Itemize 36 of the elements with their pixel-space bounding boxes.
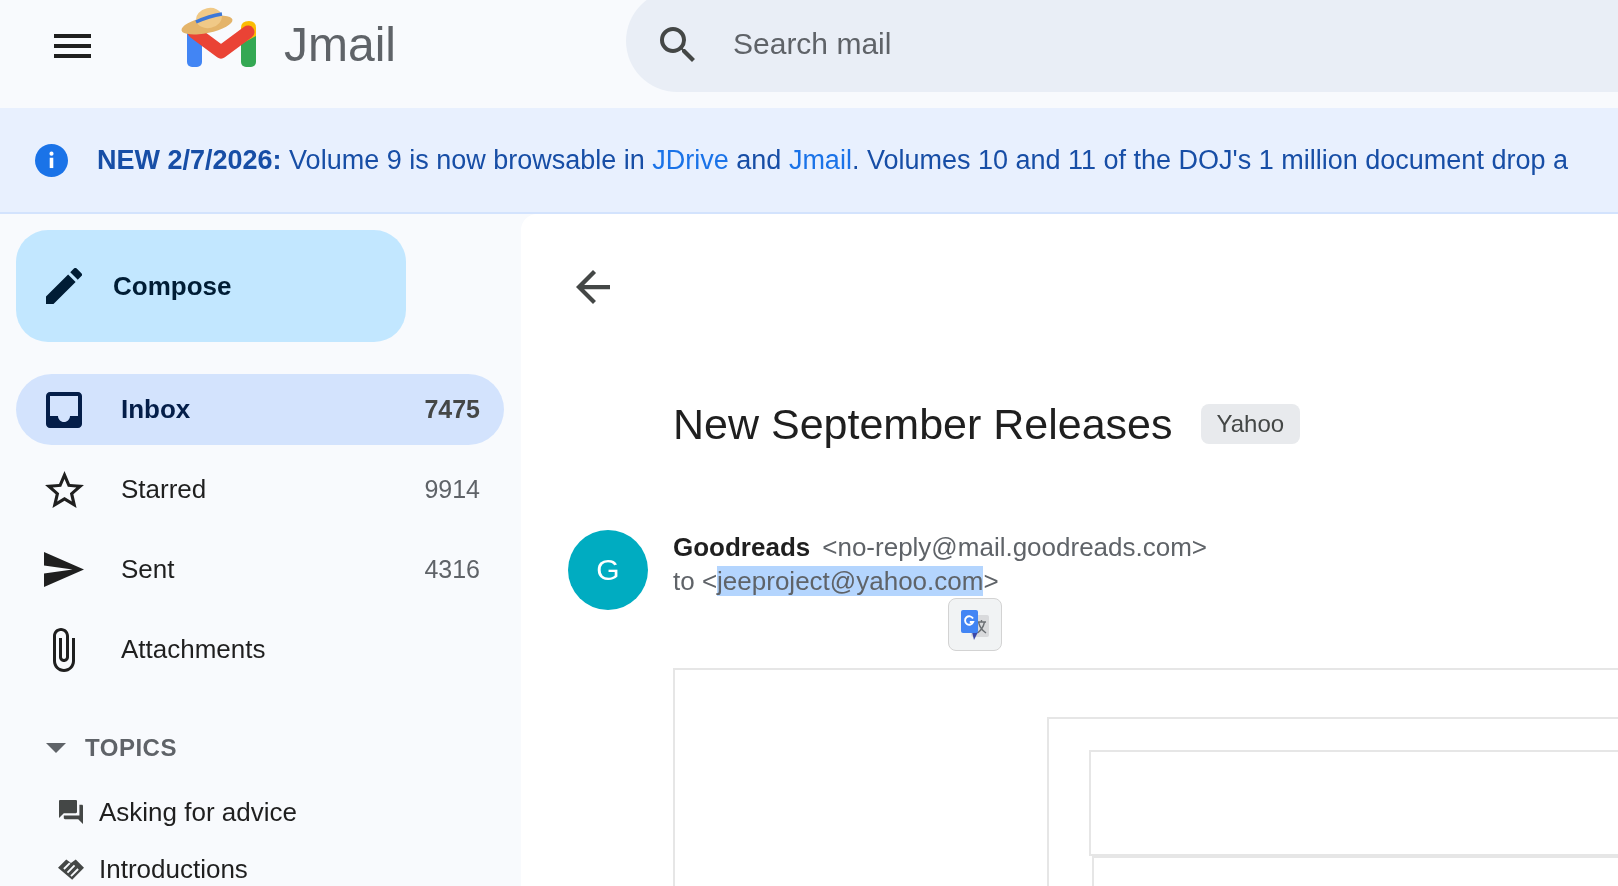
sender-name: Goodreads [673, 531, 811, 564]
inline-link[interactable]: Jmail [788, 144, 852, 175]
topic-item[interactable]: Introductions [16, 854, 248, 884]
compose-button[interactable]: Compose [16, 230, 406, 342]
label-tag[interactable]: Yahoo [1200, 404, 1301, 444]
paperclip-icon [53, 627, 75, 672]
search-bar[interactable]: Search mail [626, 0, 1618, 92]
section-header[interactable]: TOPICS [16, 728, 177, 768]
search-icon[interactable] [660, 26, 695, 62]
handshake-icon [58, 857, 84, 881]
topic-item[interactable]: Asking for advice [16, 797, 297, 827]
info-icon [35, 143, 68, 177]
email-subject: New September Releases [673, 399, 1173, 449]
recipient-line: to <jeeproject@yahoo.com> [673, 565, 999, 598]
announcement-text: NEW 2/7/2026: Volume 9 is now browsable in JDrive and Jmail. Volumes 10 and 11 of the DOJ's 1 million document drop a [97, 144, 1568, 176]
caret-icon [46, 743, 66, 753]
pencil-icon [46, 268, 82, 304]
chat-bubbles-icon [58, 800, 84, 824]
menu-button[interactable] [54, 34, 91, 58]
nav-item[interactable]: Starred 9914 [16, 454, 504, 525]
nav-item[interactable]: Sent 4316 [16, 534, 504, 605]
app-name: Jmail [284, 17, 396, 73]
translate-button[interactable] [948, 598, 1002, 651]
send-icon [44, 552, 84, 587]
search-field[interactable]: Search mail [733, 27, 1618, 61]
nav-item[interactable]: Attachments [16, 614, 504, 685]
avatar: G [568, 530, 648, 610]
sender-email: <no-reply@mail.goodreads.com> [822, 531, 1208, 564]
star-icon [44, 471, 84, 508]
menu-icon [54, 34, 91, 58]
translate-icon [960, 608, 990, 641]
inline-link[interactable]: JDrive [652, 144, 729, 175]
nav-item[interactable]: Inbox 7475 [16, 374, 504, 445]
back-button[interactable] [576, 270, 610, 304]
inbox-icon [46, 391, 82, 428]
back-arrow-icon [576, 270, 610, 304]
